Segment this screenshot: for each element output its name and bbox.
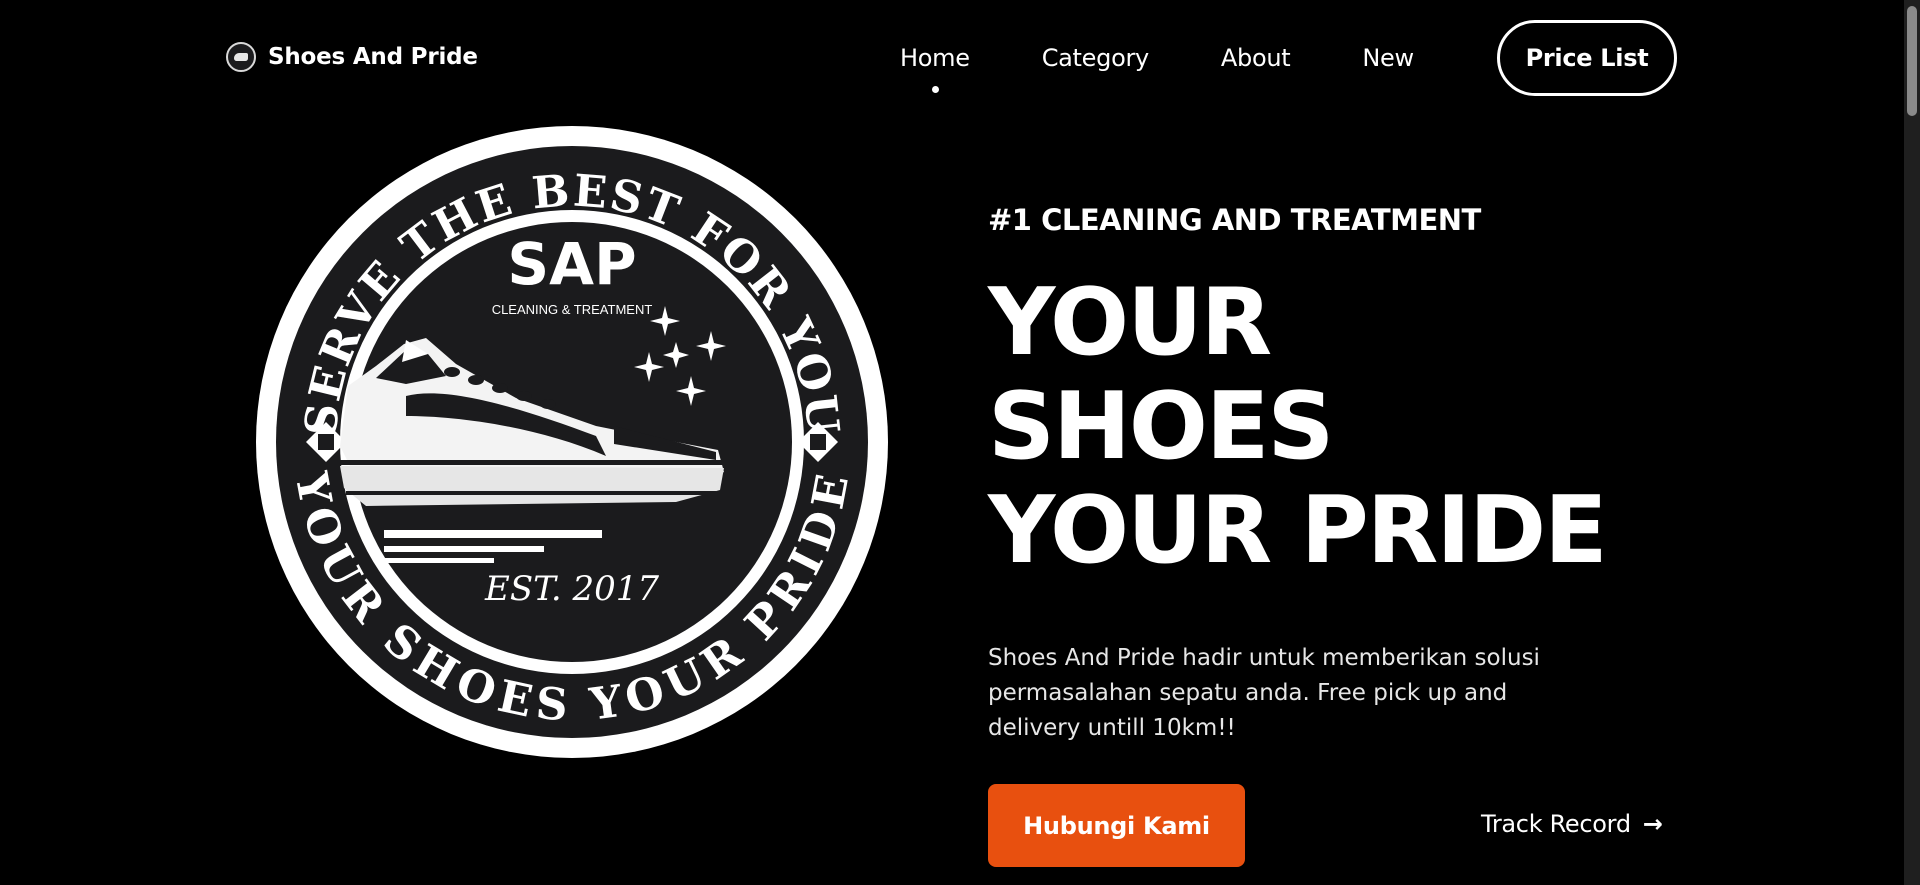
nav-link-home[interactable]: Home: [900, 44, 970, 93]
logo-est: EST. 2017: [484, 569, 659, 609]
nav-links: Home Category About New: [900, 44, 1486, 93]
page-scrollbar[interactable]: [1904, 0, 1920, 885]
sap-logo-svg: SERVE THE BEST FOR YOU YOUR SHOES YOUR P…: [256, 126, 888, 758]
price-list-button[interactable]: Price List: [1497, 20, 1677, 96]
headline-line-2: SHOES: [988, 372, 1334, 480]
brand-name: Shoes And Pride: [268, 44, 478, 70]
logo-name: SAP: [507, 230, 636, 298]
headline-line-3: YOUR PRIDE: [988, 476, 1608, 584]
hero-headline: YOUR SHOES YOUR PRIDE: [988, 268, 1608, 584]
sap-badge-icon: [226, 42, 256, 72]
scrollbar-thumb[interactable]: [1907, 6, 1917, 116]
headline-line-1: YOUR: [988, 268, 1272, 376]
brand[interactable]: Shoes And Pride: [226, 42, 478, 72]
track-record-label: Track Record: [1481, 810, 1631, 838]
hero-tagline: #1 CLEANING AND TREATMENT: [988, 203, 1481, 237]
arrow-right-icon: →: [1642, 810, 1663, 838]
top-navbar: Shoes And Pride Home Category About New …: [0, 0, 1920, 118]
nav-link-new[interactable]: New: [1362, 44, 1414, 72]
sap-logo-badge: SERVE THE BEST FOR YOU YOUR SHOES YOUR P…: [256, 126, 888, 758]
nav-link-category[interactable]: Category: [1042, 44, 1150, 72]
contact-us-button[interactable]: Hubungi Kami: [988, 784, 1245, 867]
nav-link-about[interactable]: About: [1221, 44, 1291, 72]
hero-description: Shoes And Pride hadir untuk memberikan s…: [988, 645, 1540, 741]
track-record-link[interactable]: Track Record →: [1481, 810, 1663, 838]
logo-subtitle: CLEANING & TREATMENT: [492, 302, 653, 317]
